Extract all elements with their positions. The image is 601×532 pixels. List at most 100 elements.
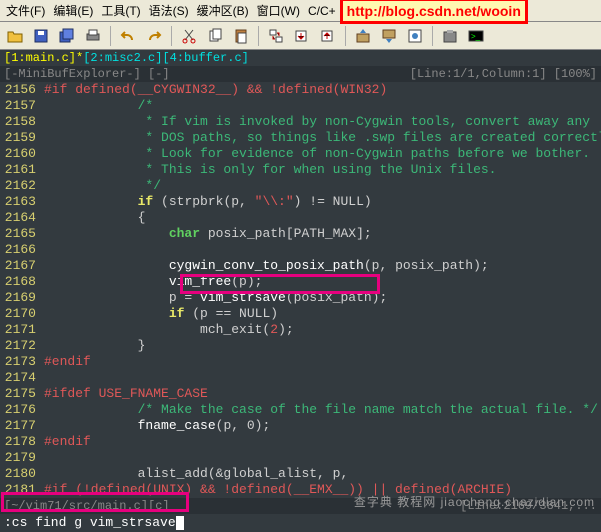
line-number: 2165 <box>0 226 44 242</box>
line-number: 2170 <box>0 306 44 322</box>
code-line[interactable]: 2172 } <box>0 338 601 354</box>
cursor <box>176 516 184 530</box>
paste-icon[interactable] <box>230 25 252 47</box>
line-number: 2156 <box>0 82 44 98</box>
url-overlay: http://blog.csdn.net/wooin <box>340 0 528 24</box>
code-line[interactable]: 2157 /* <box>0 98 601 114</box>
code-line[interactable]: 2162 */ <box>0 178 601 194</box>
save-icon[interactable] <box>30 25 52 47</box>
minibuf-right: [Line:1/1,Column:1] [100%] <box>410 66 597 82</box>
code-line[interactable]: 2163 if (strpbrk(p, "\\:") != NULL) <box>0 194 601 210</box>
editor-area: [1:main.c]*[2:misc2.c][4:buffer.c] [-Min… <box>0 50 601 532</box>
toolbar-separator <box>110 26 111 46</box>
code-viewport[interactable]: 2156#if defined(__CYGWIN32__) && !define… <box>0 82 601 498</box>
code-line[interactable]: 2169 p = vim_strsave(posix_path); <box>0 290 601 306</box>
buffer-selected[interactable]: [1:main.c]* <box>4 51 83 65</box>
make-icon[interactable] <box>439 25 461 47</box>
find-next-icon[interactable] <box>291 25 313 47</box>
line-number: 2162 <box>0 178 44 194</box>
find-prev-icon[interactable] <box>317 25 339 47</box>
line-number: 2177 <box>0 418 44 434</box>
run-script-icon[interactable] <box>404 25 426 47</box>
menu-file[interactable]: 文件(F) <box>2 0 49 21</box>
open-icon[interactable] <box>4 25 26 47</box>
command-text: :cs find g vim_strsave <box>4 515 176 531</box>
code-line[interactable]: 2179 <box>0 450 601 466</box>
save-all-icon[interactable] <box>56 25 78 47</box>
code-line[interactable]: 2180 alist_add(&global_alist, p, <box>0 466 601 482</box>
svg-text:>_: >_ <box>471 32 481 41</box>
menu-buffers[interactable]: 缓冲区(B) <box>193 0 253 21</box>
code-line[interactable]: 2165 char posix_path[PATH_MAX]; <box>0 226 601 242</box>
command-line[interactable]: :cs find g vim_strsave <box>0 514 601 532</box>
line-number: 2180 <box>0 466 44 482</box>
code-line[interactable]: 2177 fname_case(p, 0); <box>0 418 601 434</box>
line-number: 2173 <box>0 354 44 370</box>
cut-icon[interactable] <box>178 25 200 47</box>
code-line[interactable]: 2174 <box>0 370 601 386</box>
menu-lang[interactable]: C/C+ <box>304 2 340 20</box>
code-line[interactable]: 2168 vim_free(p); <box>0 274 601 290</box>
load-session-icon[interactable] <box>352 25 374 47</box>
line-number: 2160 <box>0 146 44 162</box>
redo-icon[interactable] <box>143 25 165 47</box>
line-number: 2176 <box>0 402 44 418</box>
shell-icon[interactable]: >_ <box>465 25 487 47</box>
code-line[interactable]: 2181#if (!defined(UNIX) && !defined(__EM… <box>0 482 601 498</box>
line-number: 2164 <box>0 210 44 226</box>
toolbar-separator <box>345 26 346 46</box>
line-number: 2157 <box>0 98 44 114</box>
find-replace-icon[interactable] <box>265 25 287 47</box>
code-line[interactable]: 2158 * If vim is invoked by non-Cygwin t… <box>0 114 601 130</box>
code-line[interactable]: 2161 * This is only for when using the U… <box>0 162 601 178</box>
menu-bar: 文件(F) 编辑(E) 工具(T) 语法(S) 缓冲区(B) 窗口(W) C/C… <box>0 0 601 22</box>
line-number: 2171 <box>0 322 44 338</box>
minibuf-status: [-MiniBufExplorer-] [-] [Line:1/1,Column… <box>0 66 601 82</box>
code-line[interactable]: 2164 { <box>0 210 601 226</box>
line-number: 2167 <box>0 258 44 274</box>
status-bar: [~/vim71/src/main.c][c] [Line:2169/3841,… <box>0 498 601 514</box>
status-path: [~/vim71/src/main.c][c] <box>4 498 170 514</box>
code-line[interactable]: 2173#endif <box>0 354 601 370</box>
code-line[interactable]: 2159 * DOS paths, so things like .swp fi… <box>0 130 601 146</box>
save-session-icon[interactable] <box>378 25 400 47</box>
code-line[interactable]: 2167 cygwin_conv_to_posix_path(p, posix_… <box>0 258 601 274</box>
line-number: 2161 <box>0 162 44 178</box>
undo-icon[interactable] <box>117 25 139 47</box>
code-line[interactable]: 2160 * Look for evidence of non-Cygwin p… <box>0 146 601 162</box>
buffer-item[interactable]: [2:misc2.c] <box>83 51 162 65</box>
menu-edit[interactable]: 编辑(E) <box>49 0 97 21</box>
line-number: 2175 <box>0 386 44 402</box>
toolbar: >_ <box>0 22 601 50</box>
menu-window[interactable]: 窗口(W) <box>253 0 304 21</box>
line-number: 2168 <box>0 274 44 290</box>
menu-syntax[interactable]: 语法(S) <box>145 0 193 21</box>
menu-tools[interactable]: 工具(T) <box>97 0 144 21</box>
line-number: 2166 <box>0 242 44 258</box>
line-number: 2181 <box>0 482 44 498</box>
line-number: 2163 <box>0 194 44 210</box>
code-line[interactable]: 2176 /* Make the case of the file name m… <box>0 402 601 418</box>
status-pos: [Line:2169/3841,... <box>460 498 597 514</box>
toolbar-separator <box>258 26 259 46</box>
copy-icon[interactable] <box>204 25 226 47</box>
print-icon[interactable] <box>82 25 104 47</box>
minibuf-left: [-MiniBufExplorer-] [-] <box>4 66 170 82</box>
line-number: 2174 <box>0 370 44 386</box>
toolbar-separator <box>432 26 433 46</box>
buffer-item[interactable]: [4:buffer.c] <box>162 51 248 65</box>
line-number: 2169 <box>0 290 44 306</box>
code-line[interactable]: 2171 mch_exit(2); <box>0 322 601 338</box>
code-line[interactable]: 2156#if defined(__CYGWIN32__) && !define… <box>0 82 601 98</box>
line-number: 2159 <box>0 130 44 146</box>
code-line[interactable]: 2178#endif <box>0 434 601 450</box>
line-number: 2172 <box>0 338 44 354</box>
code-line[interactable]: 2175#ifdef USE_FNAME_CASE <box>0 386 601 402</box>
line-number: 2178 <box>0 434 44 450</box>
buffer-list[interactable]: [1:main.c]*[2:misc2.c][4:buffer.c] <box>0 50 601 66</box>
line-number: 2179 <box>0 450 44 466</box>
toolbar-separator <box>171 26 172 46</box>
code-line[interactable]: 2170 if (p == NULL) <box>0 306 601 322</box>
code-line[interactable]: 2166 <box>0 242 601 258</box>
line-number: 2158 <box>0 114 44 130</box>
